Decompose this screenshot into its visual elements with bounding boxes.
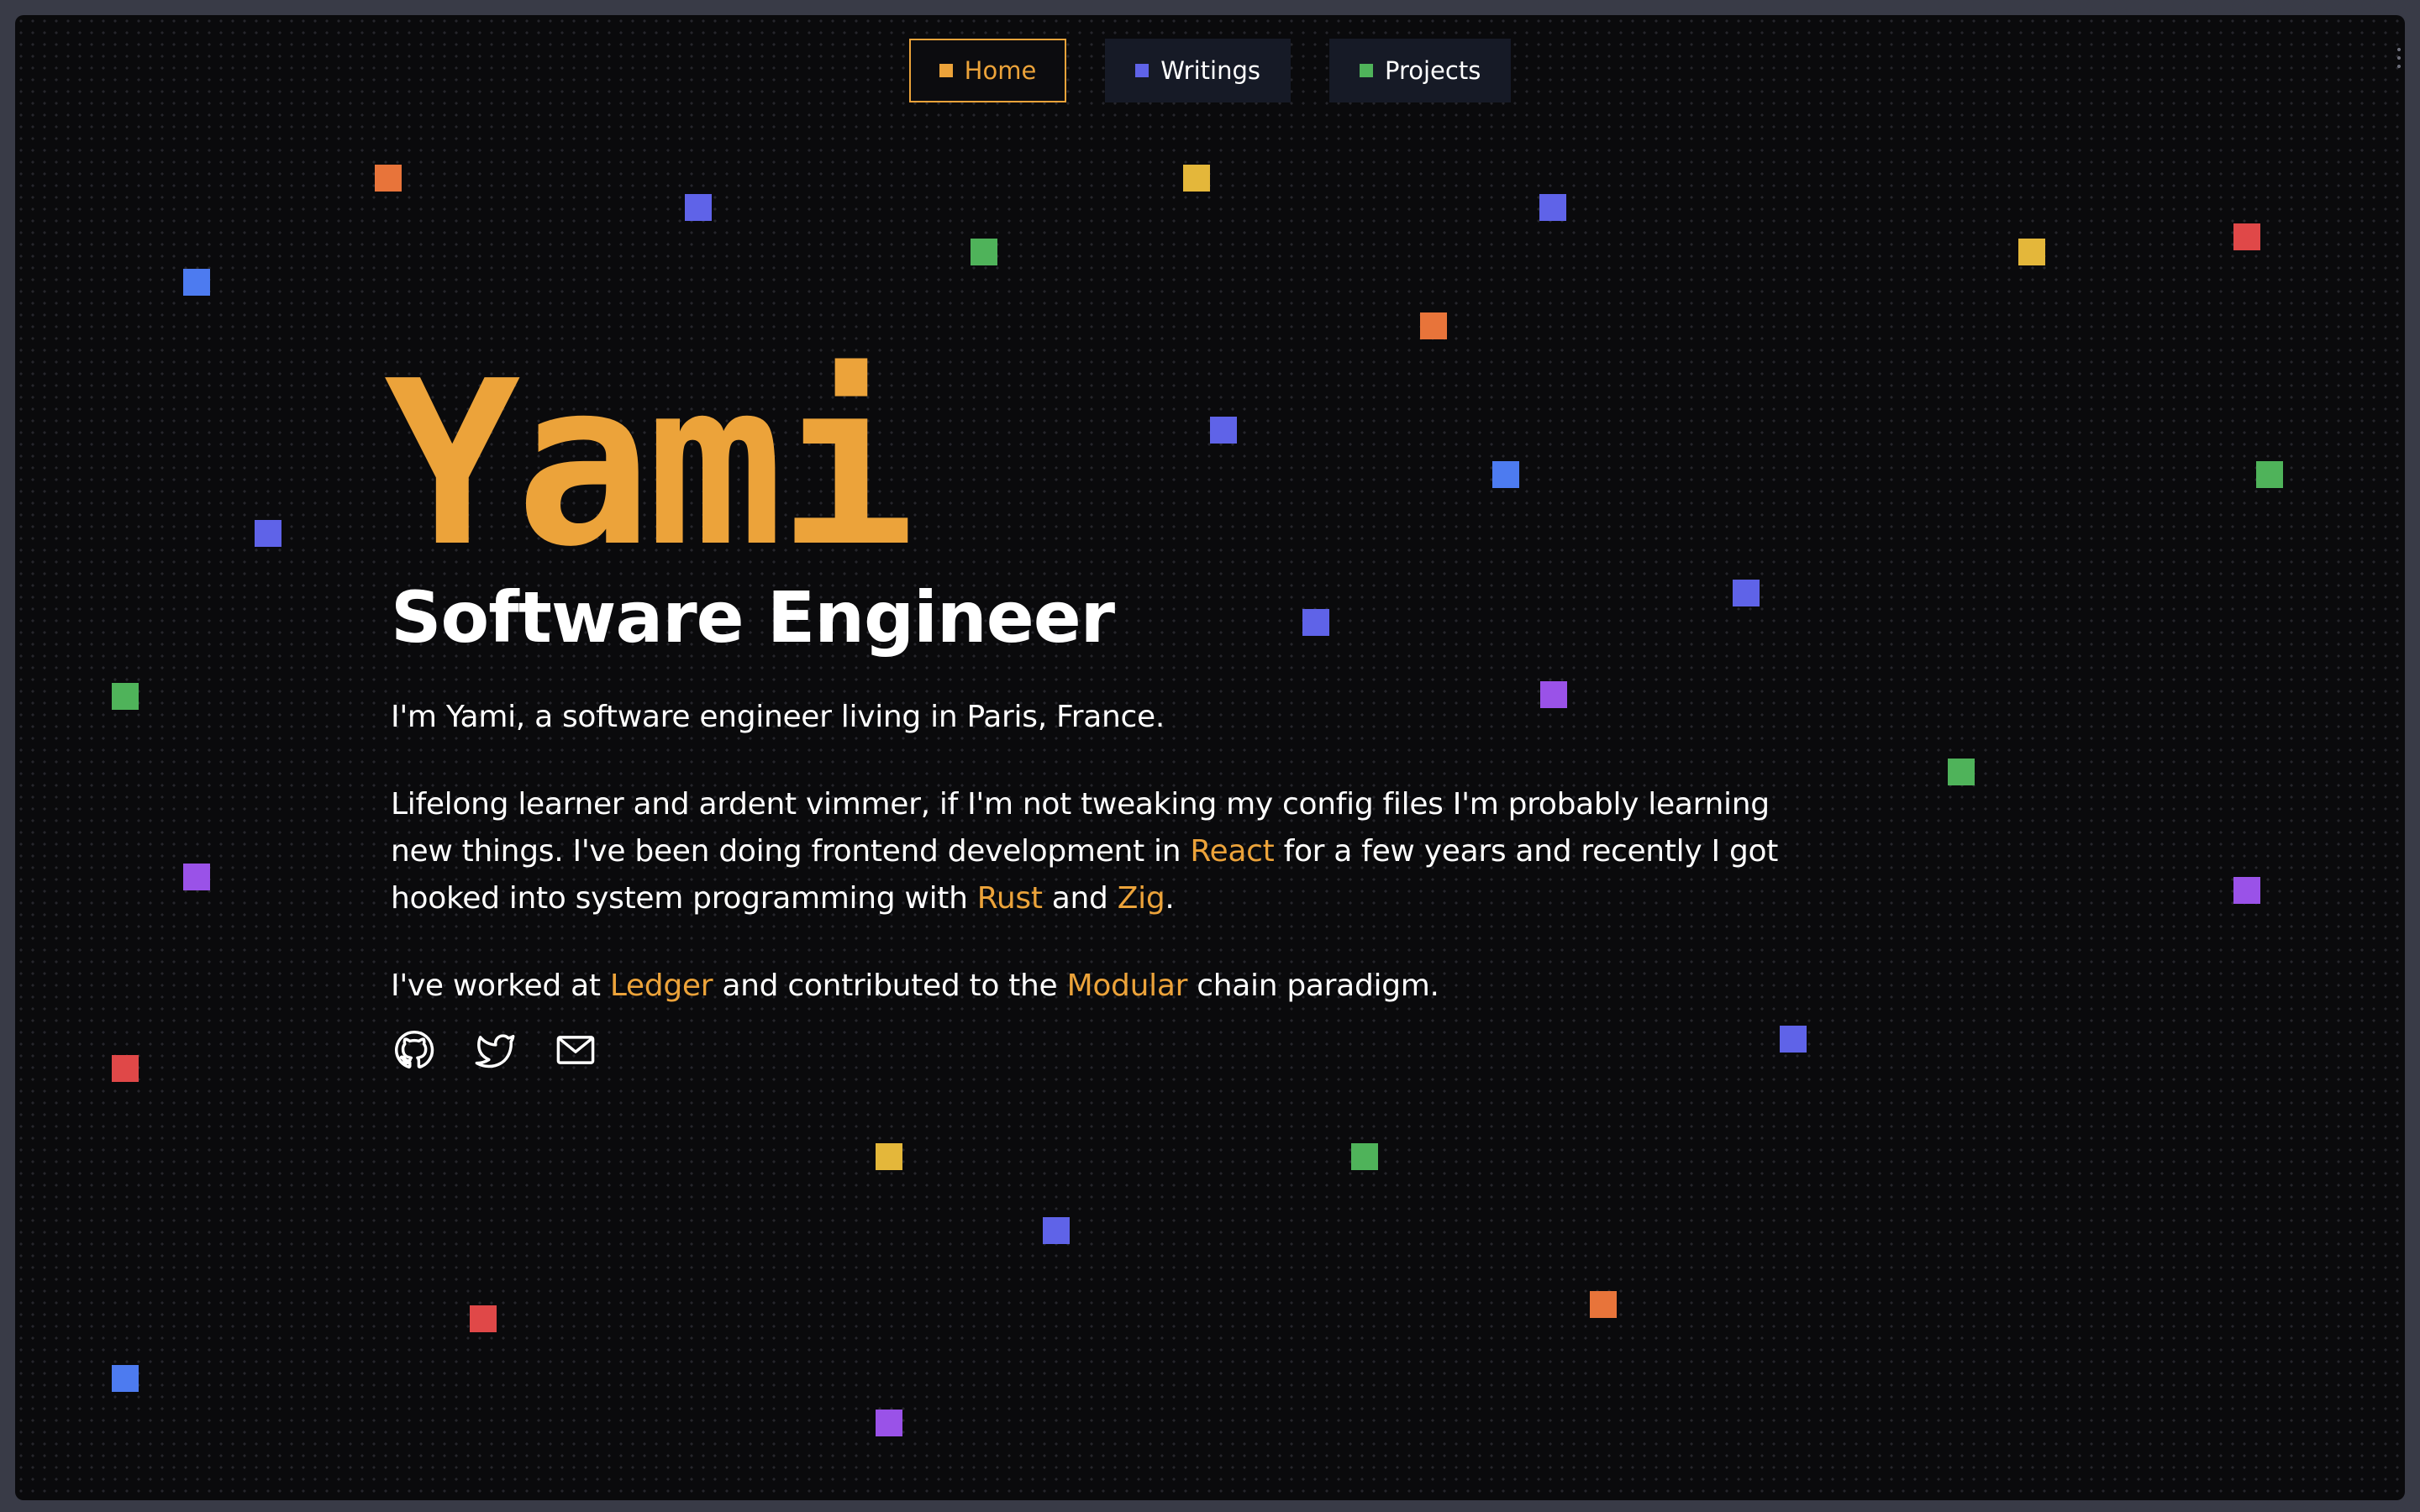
decor-square: [876, 1410, 902, 1436]
intro-text: and: [1042, 881, 1118, 916]
decor-square: [685, 194, 712, 221]
decor-square: [183, 864, 210, 890]
intro-text: chain paradigm.: [1187, 969, 1439, 1003]
intro-paragraph-3: I've worked at Ledger and contributed to…: [391, 963, 1819, 1010]
mail-icon[interactable]: [554, 1028, 597, 1072]
decor-square: [112, 1365, 139, 1392]
intro-text: I've worked at: [391, 969, 610, 1003]
decor-square: [1590, 1291, 1617, 1318]
hero-name-text: Yami: [384, 332, 915, 596]
social-links: [392, 1028, 1819, 1072]
projects-square-icon: [1359, 64, 1373, 77]
decor-square: [971, 239, 997, 265]
decor-square: [2233, 877, 2260, 904]
decor-square: [183, 269, 210, 296]
zig-link[interactable]: Zig: [1118, 881, 1165, 916]
decor-square: [1351, 1143, 1378, 1170]
decor-square: [2233, 223, 2260, 250]
react-link[interactable]: React: [1190, 834, 1274, 869]
intro-text: .: [1165, 881, 1175, 916]
github-icon[interactable]: [392, 1028, 436, 1072]
decor-square: [2256, 461, 2283, 488]
decor-square: [1539, 194, 1566, 221]
intro-text: and contributed to the: [713, 969, 1067, 1003]
top-nav: Home Writings Projects: [15, 39, 2405, 102]
decor-square: [876, 1143, 902, 1170]
nav-projects-button[interactable]: Projects: [1328, 39, 1512, 102]
rust-link[interactable]: Rust: [977, 881, 1043, 916]
nav-home-label: Home: [964, 56, 1037, 85]
decor-square: [1183, 165, 1210, 192]
nav-writings-button[interactable]: Writings: [1105, 39, 1291, 102]
twitter-icon[interactable]: [473, 1028, 517, 1072]
decor-square: [255, 520, 281, 547]
decor-square: [112, 683, 139, 710]
main-content: Yami Software Engineer I'm Yami, a softw…: [384, 351, 1819, 1072]
writings-square-icon: [1135, 64, 1150, 77]
modular-link[interactable]: Modular: [1067, 969, 1188, 1003]
decor-square: [1043, 1217, 1070, 1244]
hero-name: Yami: [384, 351, 1819, 578]
nav-home-button[interactable]: Home: [908, 39, 1067, 102]
decor-square: [375, 165, 402, 192]
intro-paragraph-1: I'm Yami, a software engineer living in …: [391, 700, 1165, 734]
ledger-link[interactable]: Ledger: [610, 969, 713, 1003]
decor-square: [470, 1305, 497, 1332]
decor-square: [1948, 759, 1975, 785]
page-canvas: Home Writings Projects Yami Software Eng…: [15, 15, 2405, 1500]
home-square-icon: [939, 64, 953, 77]
decor-square: [1420, 312, 1447, 339]
intro-paragraph-2: Lifelong learner and ardent vimmer, if I…: [391, 781, 1819, 922]
nav-projects-label: Projects: [1384, 56, 1481, 85]
decor-square: [2018, 239, 2045, 265]
decor-square: [112, 1055, 139, 1082]
nav-writings-label: Writings: [1160, 56, 1260, 85]
